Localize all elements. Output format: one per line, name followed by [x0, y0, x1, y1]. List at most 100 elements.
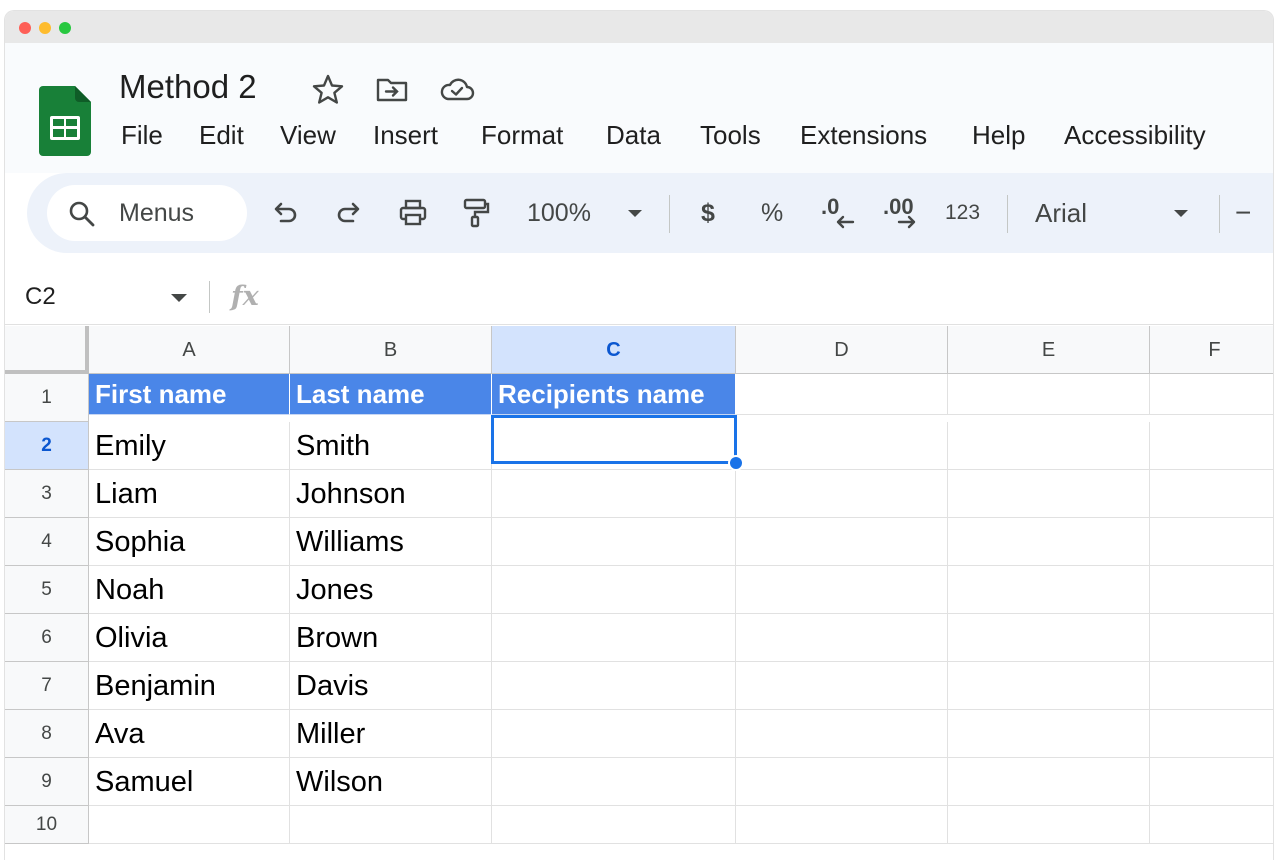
cell-f1[interactable] [1150, 374, 1273, 415]
cell-f3[interactable] [1150, 470, 1273, 518]
menu-edit[interactable]: Edit [183, 117, 260, 153]
cell-e9[interactable] [948, 758, 1150, 806]
cell-e6[interactable] [948, 614, 1150, 662]
menu-extensions[interactable]: Extensions [784, 117, 943, 153]
cell-b8[interactable]: Miller [290, 710, 492, 758]
cell-f4[interactable] [1150, 518, 1273, 566]
header-cell-c1[interactable]: Recipients name [492, 374, 736, 415]
percent-format-button[interactable]: % [761, 173, 783, 253]
cell-d3[interactable] [736, 470, 948, 518]
move-folder-icon[interactable] [375, 73, 409, 105]
sheets-logo-icon[interactable] [39, 86, 91, 161]
cloud-saved-icon[interactable] [438, 73, 475, 105]
cell-d10[interactable] [736, 806, 948, 844]
column-header-e[interactable]: E [948, 326, 1150, 374]
cell-a5[interactable]: Noah [89, 566, 290, 614]
cell-d8[interactable] [736, 710, 948, 758]
minimize-window-button[interactable] [39, 22, 51, 34]
menu-tools[interactable]: Tools [684, 117, 777, 153]
cell-f6[interactable] [1150, 614, 1273, 662]
cell-b5[interactable]: Jones [290, 566, 492, 614]
zoom-dropdown-icon[interactable] [623, 197, 655, 229]
cell-e1[interactable] [948, 374, 1150, 415]
column-header-f[interactable]: F [1150, 326, 1273, 374]
paint-format-icon[interactable] [459, 197, 491, 229]
redo-icon[interactable] [333, 197, 365, 229]
column-header-c[interactable]: C [492, 326, 736, 374]
cell-d9[interactable] [736, 758, 948, 806]
row-header-8[interactable]: 8 [5, 710, 89, 758]
cell-c9[interactable] [492, 758, 736, 806]
menu-search-box[interactable]: Menus [47, 185, 247, 241]
cell-b6[interactable]: Brown [290, 614, 492, 662]
cell-f5[interactable] [1150, 566, 1273, 614]
cell-c10[interactable] [492, 806, 736, 844]
row-header-6[interactable]: 6 [5, 614, 89, 662]
row-header-3[interactable]: 3 [5, 470, 89, 518]
column-header-d[interactable]: D [736, 326, 948, 374]
cell-a6[interactable]: Olivia [89, 614, 290, 662]
cell-b4[interactable]: Williams [290, 518, 492, 566]
menu-accessibility[interactable]: Accessibility [1048, 117, 1222, 153]
menu-format[interactable]: Format [465, 117, 579, 153]
column-header-a[interactable]: A [89, 326, 290, 374]
cell-e3[interactable] [948, 470, 1150, 518]
name-box[interactable]: C2 [25, 269, 56, 325]
font-size-decrease-button[interactable]: − [1235, 173, 1251, 253]
menu-view[interactable]: View [264, 117, 352, 153]
star-icon[interactable] [311, 73, 345, 105]
row-header-1[interactable]: 1 [5, 374, 89, 422]
cell-a7[interactable]: Benjamin [89, 662, 290, 710]
cell-d7[interactable] [736, 662, 948, 710]
cell-e8[interactable] [948, 710, 1150, 758]
currency-format-button[interactable]: $ [701, 173, 715, 253]
cell-a8[interactable]: Ava [89, 710, 290, 758]
print-icon[interactable] [397, 197, 429, 229]
cell-e4[interactable] [948, 518, 1150, 566]
cell-e10[interactable] [948, 806, 1150, 844]
cell-d5[interactable] [736, 566, 948, 614]
menu-help[interactable]: Help [956, 117, 1041, 153]
row-header-10[interactable]: 10 [5, 806, 89, 844]
row-header-4[interactable]: 4 [5, 518, 89, 566]
cell-b10[interactable] [290, 806, 492, 844]
font-dropdown-icon[interactable] [1169, 197, 1201, 229]
row-header-9[interactable]: 9 [5, 758, 89, 806]
cell-c3[interactable] [492, 470, 736, 518]
maximize-window-button[interactable] [59, 22, 71, 34]
cell-e7[interactable] [948, 662, 1150, 710]
cell-b7[interactable]: Davis [290, 662, 492, 710]
cell-a3[interactable]: Liam [89, 470, 290, 518]
cell-a4[interactable]: Sophia [89, 518, 290, 566]
select-all-corner[interactable] [5, 326, 89, 374]
zoom-select[interactable]: 100% [527, 173, 591, 253]
fill-handle[interactable] [728, 455, 744, 471]
cell-e5[interactable] [948, 566, 1150, 614]
cell-b3[interactable]: Johnson [290, 470, 492, 518]
cell-d1[interactable] [736, 374, 948, 415]
menu-file[interactable]: File [105, 117, 179, 153]
column-header-b[interactable]: B [290, 326, 492, 374]
cell-a2[interactable]: Emily [89, 422, 290, 470]
cell-a9[interactable]: Samuel [89, 758, 290, 806]
row-header-7[interactable]: 7 [5, 662, 89, 710]
document-title[interactable]: Method 2 [119, 67, 257, 107]
row-header-2[interactable]: 2 [5, 422, 89, 470]
cell-c2[interactable] [492, 422, 736, 470]
cell-c4[interactable] [492, 518, 736, 566]
menu-data[interactable]: Data [590, 117, 677, 153]
cell-d6[interactable] [736, 614, 948, 662]
cell-c8[interactable] [492, 710, 736, 758]
cell-b2[interactable]: Smith [290, 422, 492, 470]
cell-f8[interactable] [1150, 710, 1273, 758]
header-cell-a1[interactable]: First name [89, 374, 290, 415]
cell-a10[interactable] [89, 806, 290, 844]
cell-b9[interactable]: Wilson [290, 758, 492, 806]
close-window-button[interactable] [19, 22, 31, 34]
header-cell-b1[interactable]: Last name [290, 374, 492, 415]
undo-icon[interactable] [269, 197, 301, 229]
cell-d4[interactable] [736, 518, 948, 566]
cell-d2[interactable] [736, 422, 948, 470]
cell-f9[interactable] [1150, 758, 1273, 806]
name-box-dropdown-icon[interactable] [169, 291, 189, 309]
